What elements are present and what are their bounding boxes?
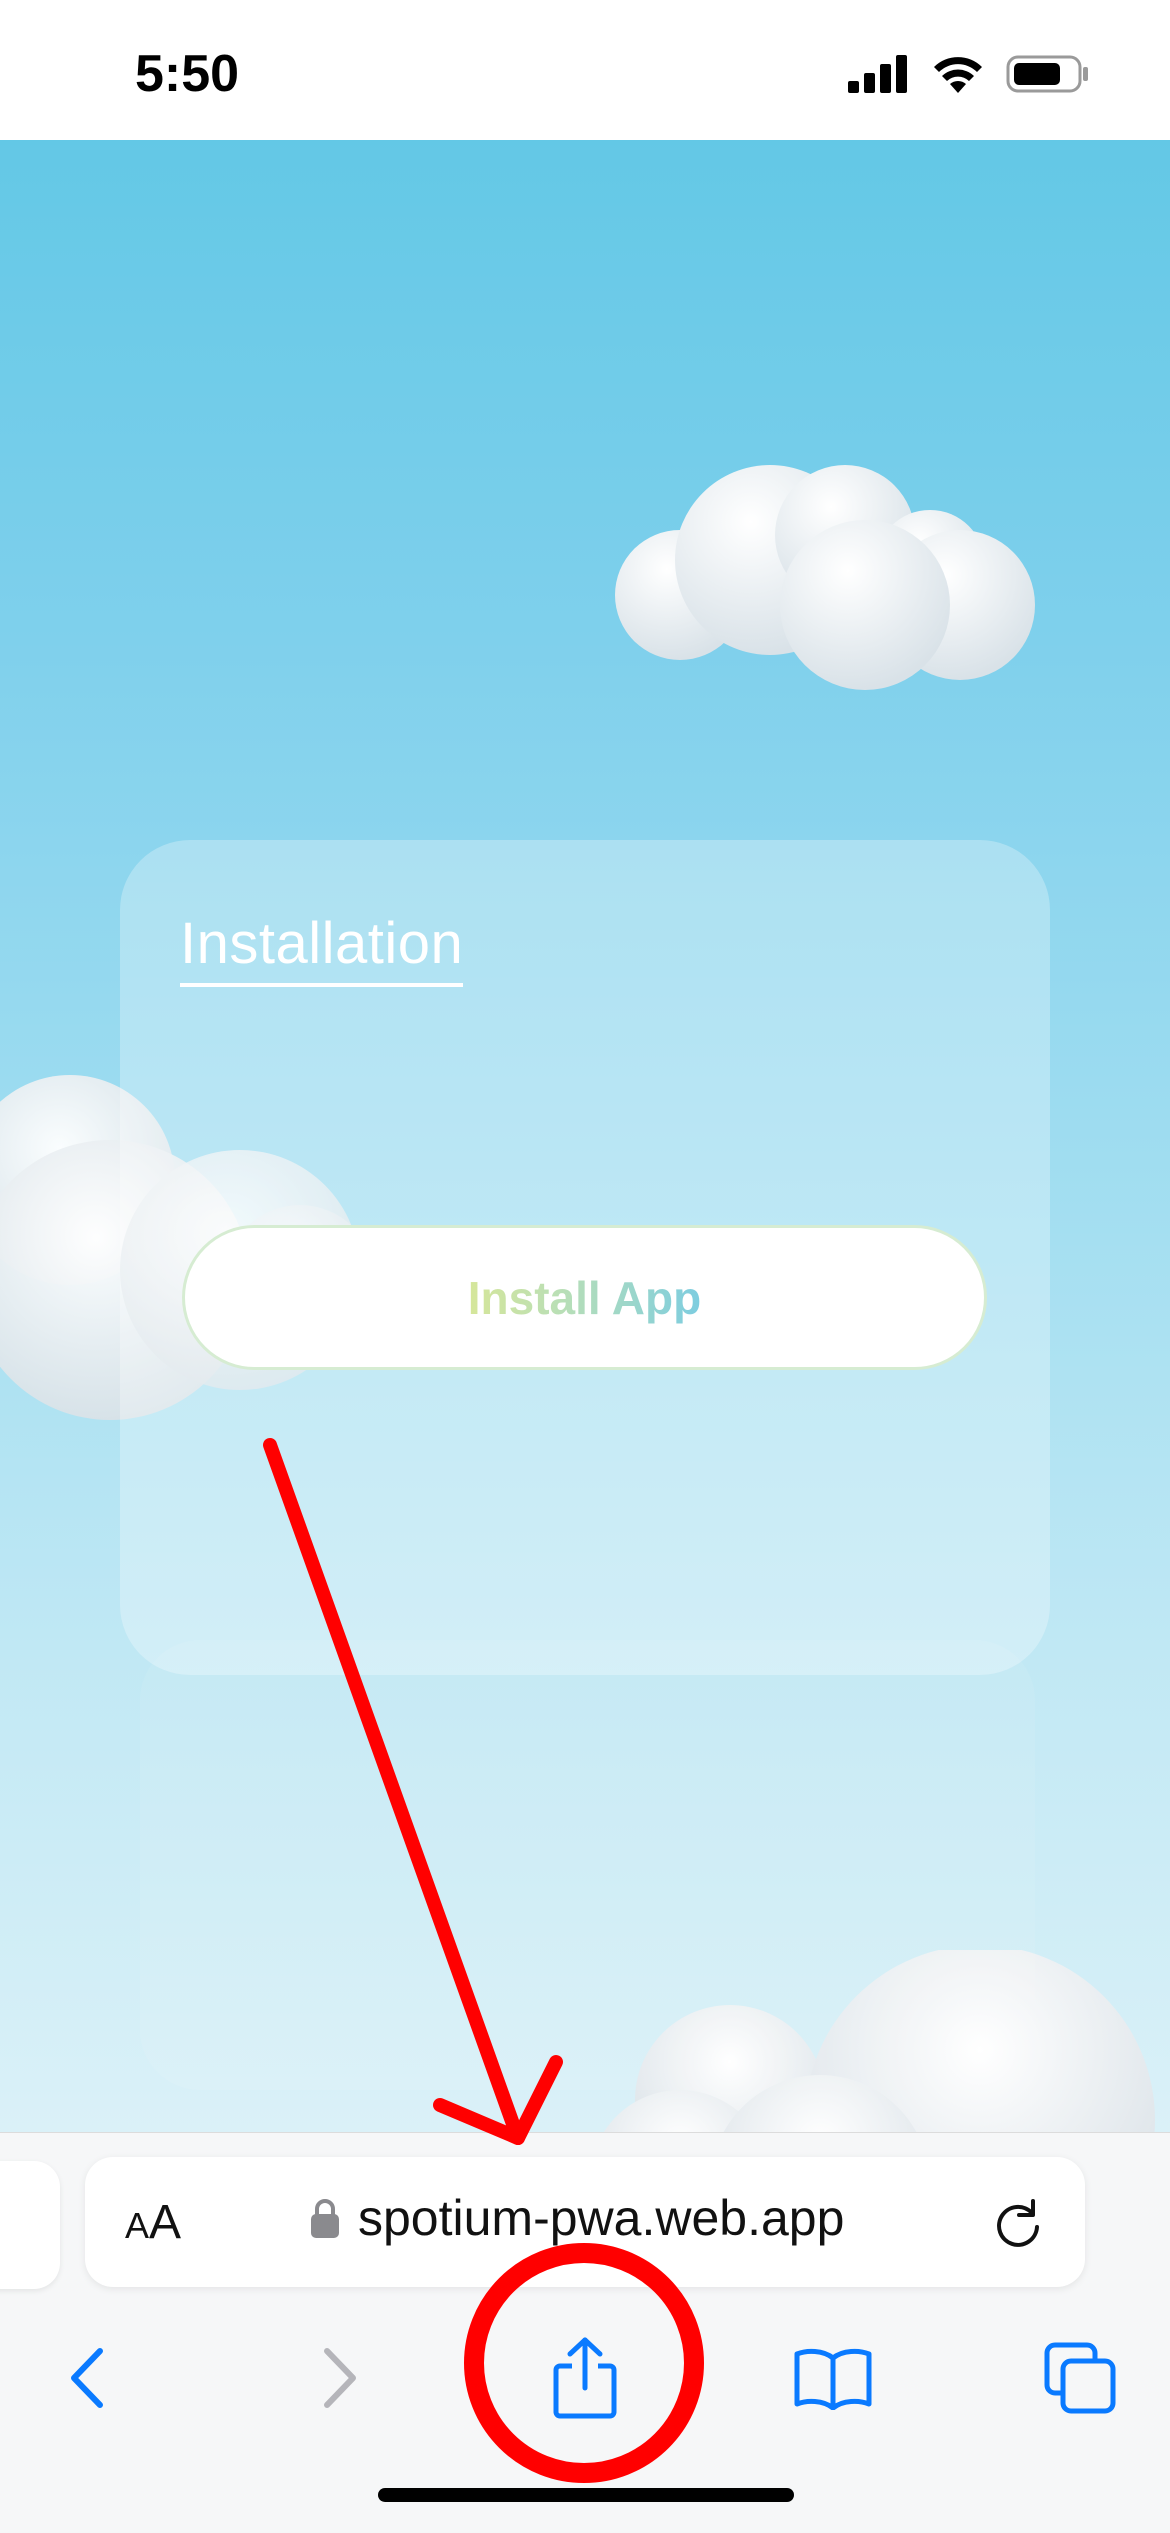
text-size-button[interactable]: AA — [125, 2195, 195, 2255]
bookmarks-button[interactable] — [778, 2323, 888, 2433]
status-time: 5:50 — [135, 45, 240, 103]
url-text: spotium-pwa.web.app — [358, 2190, 845, 2246]
wifi-icon — [934, 57, 982, 93]
battery-icon — [1006, 55, 1088, 93]
forward-icon — [324, 2348, 356, 2408]
share-icon — [553, 2337, 617, 2419]
share-button[interactable] — [530, 2323, 640, 2433]
card-title: Installation — [180, 910, 464, 987]
background-card — [140, 1640, 1035, 2090]
cloud-decoration — [615, 465, 1035, 690]
web-content: Installation Install App — [0, 140, 1170, 2140]
status-bar: 5:50 — [0, 0, 1170, 140]
home-indicator — [378, 2488, 794, 2502]
install-app-button[interactable]: Install App — [182, 1225, 987, 1370]
installation-card: Installation Install App — [120, 840, 1050, 1675]
tabs-button[interactable] — [1025, 2323, 1135, 2433]
browser-toolbar: AA spotium-pwa.web.app — [0, 2132, 1170, 2533]
text-size-big-glyph: A — [149, 2196, 182, 2249]
reload-icon[interactable] — [989, 2195, 1047, 2253]
lock-icon — [311, 2199, 339, 2238]
back-icon — [71, 2348, 103, 2408]
back-button[interactable] — [32, 2323, 142, 2433]
text-size-small-glyph: A — [125, 2205, 150, 2246]
forward-button[interactable] — [285, 2323, 395, 2433]
previous-tab-preview[interactable] — [0, 2161, 60, 2289]
bookmarks-icon — [794, 2348, 872, 2410]
tabs-icon — [1044, 2342, 1116, 2414]
address-bar[interactable]: AA spotium-pwa.web.app — [85, 2157, 1085, 2287]
cellular-signal-icon — [848, 55, 907, 93]
install-app-label: Install App — [467, 1271, 702, 1324]
url-display[interactable]: spotium-pwa.web.app — [310, 2189, 844, 2247]
status-icons — [848, 54, 1090, 94]
